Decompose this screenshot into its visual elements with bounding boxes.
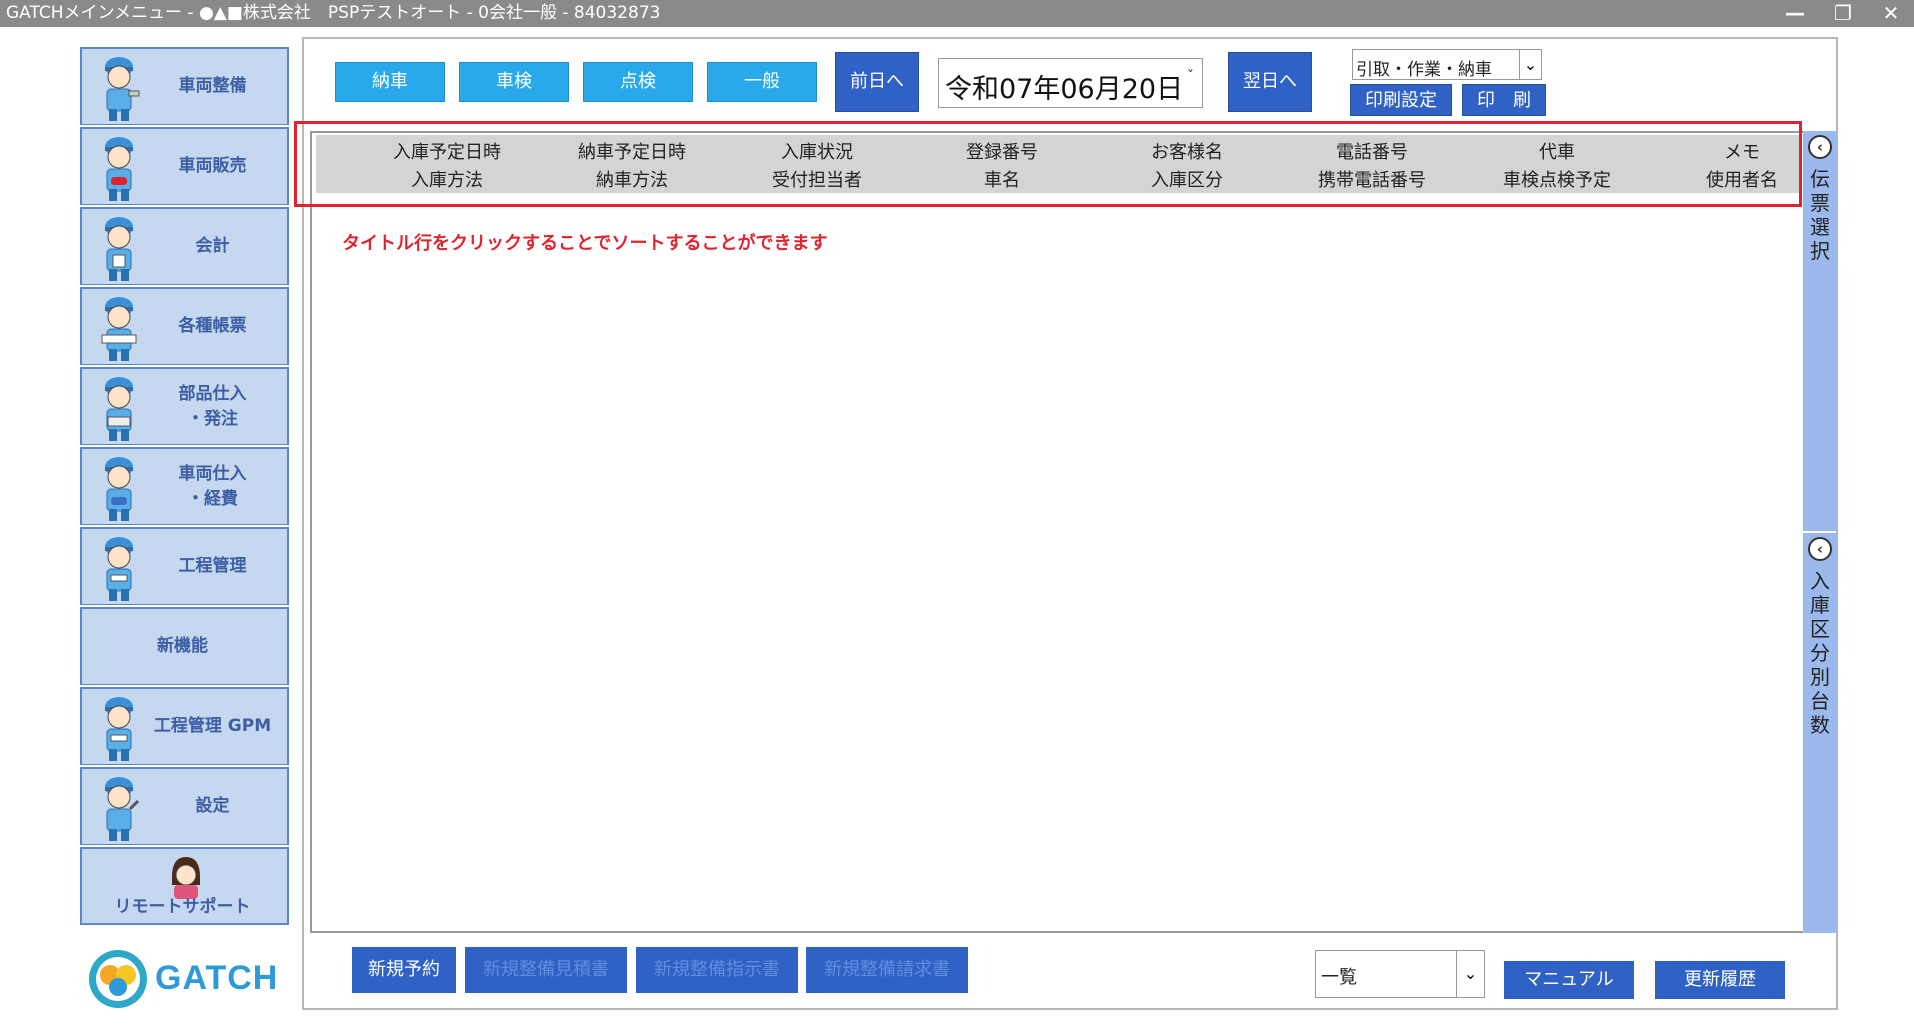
sidebar-item-vehicle-purchase[interactable]: 車両仕入 ・経費 [80,447,289,525]
mechanic-mascot-icon [105,57,140,121]
sidebar-item-label: 新機能 [157,636,208,656]
sidebar-item-label: 工程管理 [178,556,247,576]
print-button[interactable]: 印 刷 [1462,84,1546,116]
sidebar-item-new-features[interactable]: 新機能 [80,607,289,685]
sidebar-item-process-management[interactable]: 工程管理 [80,527,289,605]
mechanic-mascot-icon [105,137,133,201]
gatch-logo-icon [89,950,147,1008]
chevron-left-icon[interactable]: ‹ [1808,537,1832,561]
tab-label: 伝票選択 [1810,167,1830,263]
sidebar-item-label: 部品仕入 ・発注 [178,383,247,429]
sidebar-item-label: リモートサポート [114,896,251,917]
new-estimate-button[interactable]: 新規整備見積書 [465,947,627,993]
close-icon[interactable]: ✕ [1872,0,1910,27]
tab-count-by-category[interactable]: ‹ 入庫区分別台数 [1803,533,1837,933]
tab-label: 入庫区分別台数 [1810,569,1830,737]
sidebar-item-label: 車両販売 [178,156,247,176]
tab-slip-selection[interactable]: ‹ 伝票選択 [1803,131,1837,531]
mechanic-mascot-icon [105,377,133,441]
sidebar-item-vehicle-maintenance[interactable]: 車両整備 [80,47,289,125]
prev-day-button[interactable]: 前日へ [835,52,919,112]
gatch-logo: GATCH [85,947,290,1011]
mechanic-mascot-icon [101,297,137,361]
update-history-button[interactable]: 更新履歴 [1655,961,1785,999]
gatch-logo-text: GATCH [155,959,279,997]
new-invoice-button[interactable]: 新規整備請求書 [806,947,968,993]
chevron-left-icon[interactable]: ‹ [1808,135,1832,159]
sidebar-item-parts-purchase[interactable]: 部品仕入 ・発注 [80,367,289,445]
window-title: GATCHメインメニュー - ●▲■株式会社 PSPテストオート - 0会社一般… [6,3,661,23]
sidebar-item-reports[interactable]: 各種帳票 [80,287,289,365]
document-type-value: 引取・作業・納車 [1356,60,1492,80]
print-settings-button[interactable]: 印刷設定 [1350,84,1452,116]
sidebar-item-accounting[interactable]: 会計 [80,207,289,285]
sidebar-item-label: 車両整備 [178,76,247,96]
sidebar-item-label: 各種帳票 [178,316,247,336]
header-highlight-box [294,121,1802,207]
chevron-down-icon[interactable]: ˇ [1187,69,1194,85]
sidebar-item-label: 会計 [195,236,230,256]
date-value: 令和07年06月20日 [945,74,1184,105]
category-delivery-button[interactable]: 納車 [335,62,445,102]
next-day-button[interactable]: 翌日へ [1228,52,1312,112]
category-general-button[interactable]: 一般 [707,62,817,102]
support-operator-icon [172,857,200,899]
chevron-down-icon[interactable]: ⌄ [1456,951,1484,997]
sidebar-item-settings[interactable]: 設定 [80,767,289,845]
new-reservation-button[interactable]: 新規予約 [352,947,456,993]
sidebar-item-label: 工程管理 GPM [153,716,272,736]
mechanic-mascot-icon [105,697,133,761]
sidebar-item-label: 設定 [195,796,230,816]
mechanic-mascot-icon [105,537,133,601]
chevron-down-icon[interactable]: ⌄ [1519,50,1541,79]
mechanic-mascot-icon [105,217,133,281]
minimize-icon[interactable]: — [1776,0,1814,27]
view-mode-value: 一覧 [1321,967,1357,988]
new-instruction-button[interactable]: 新規整備指示書 [636,947,798,993]
category-check-button[interactable]: 点検 [583,62,693,102]
view-mode-select[interactable]: 一覧 ⌄ [1315,950,1485,998]
sidebar-item-remote-support[interactable]: リモートサポート [80,847,289,925]
restore-icon[interactable]: ❐ [1824,0,1862,27]
date-picker[interactable]: 令和07年06月20日 ˇ [938,58,1203,108]
mechanic-mascot-icon [105,457,133,521]
window-title-bar: GATCHメインメニュー - ●▲■株式会社 PSPテストオート - 0会社一般… [0,0,1914,27]
mechanic-mascot-icon [105,777,140,841]
document-type-select[interactable]: 引取・作業・納車 ⌄ [1352,49,1542,80]
category-inspection-button[interactable]: 車検 [459,62,569,102]
manual-button[interactable]: マニュアル [1504,961,1634,999]
sidebar-item-label: 車両仕入 ・経費 [178,463,247,509]
sidebar-item-vehicle-sales[interactable]: 車両販売 [80,127,289,205]
sidebar-item-process-management-gpm[interactable]: 工程管理 GPM [80,687,289,765]
sort-hint-text: タイトル行をクリックすることでソートすることができます [342,233,828,254]
